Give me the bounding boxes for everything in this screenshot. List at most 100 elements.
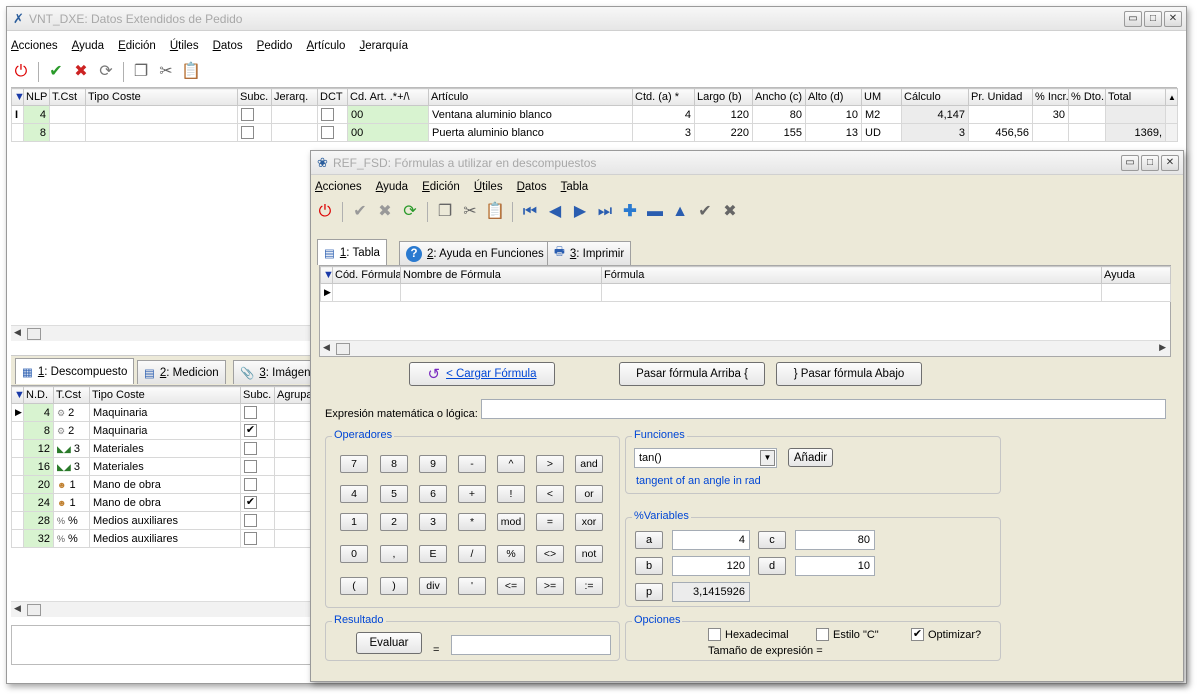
- menu-acciones[interactable]: Acciones: [11, 37, 58, 55]
- main-grid-hscroll[interactable]: ◀: [11, 325, 311, 341]
- cut-icon[interactable]: ✂: [459, 201, 481, 223]
- tab-ayuda-funciones[interactable]: ? 2: Ayuda en Funciones: [399, 241, 551, 265]
- menu-edicion[interactable]: Edición: [422, 178, 460, 196]
- table-row[interactable]: 16 ◣◢ 3 Materiales: [11, 457, 312, 476]
- operator-key[interactable]: 2: [380, 513, 408, 531]
- cell-nd[interactable]: 32: [23, 529, 54, 548]
- cell-nd[interactable]: 24: [23, 493, 54, 512]
- subc-checkbox[interactable]: ✔: [244, 496, 257, 509]
- subc-checkbox[interactable]: [241, 108, 254, 121]
- chevron-down-icon[interactable]: ▼: [760, 450, 775, 466]
- subc-checkbox[interactable]: [244, 406, 257, 419]
- operator-key[interactable]: >: [536, 455, 564, 473]
- table-row[interactable]: 8 00 Puerta aluminio blanco 3 220 155 13…: [11, 123, 1178, 142]
- operator-key[interactable]: *: [458, 513, 486, 531]
- col-tcst[interactable]: T.Cst: [49, 88, 86, 106]
- cell-um[interactable]: M2: [861, 105, 902, 124]
- col-jerarq[interactable]: Jerarq.: [271, 88, 318, 106]
- menu-utiles[interactable]: Útiles: [474, 178, 503, 196]
- table-row[interactable]: 12 ◣◢ 3 Materiales: [11, 439, 312, 458]
- table-row[interactable]: ▶: [320, 283, 1171, 302]
- power-icon[interactable]: ⏻: [10, 61, 32, 83]
- col-subc[interactable]: Subc.: [240, 386, 275, 404]
- estilo-c-option[interactable]: Estilo "C": [816, 628, 879, 641]
- operator-key[interactable]: or: [575, 485, 603, 503]
- cell-tipo-coste[interactable]: Maquinaria: [89, 421, 241, 440]
- cell-nlp[interactable]: 4: [23, 105, 50, 124]
- col-pr-unidad[interactable]: Pr. Unidad: [968, 88, 1033, 106]
- operator-key[interactable]: <>: [536, 545, 564, 563]
- tab-imprimir[interactable]: 🖶 3: Imprimir: [547, 241, 632, 265]
- edit-record-icon[interactable]: ▲: [669, 201, 691, 223]
- table-row[interactable]: 24 ☻ 1 Mano de obra ✔: [11, 493, 312, 512]
- post-record-icon[interactable]: ✔: [694, 201, 716, 223]
- cell-ancho[interactable]: 155: [752, 123, 806, 142]
- operator-key[interactable]: <: [536, 485, 564, 503]
- power-icon[interactable]: ⏻: [314, 201, 336, 223]
- table-row[interactable]: 8 ⚙ 2 Maquinaria ✔: [11, 421, 312, 440]
- close-button[interactable]: ✕: [1164, 11, 1182, 27]
- table-row[interactable]: 28%% Medios auxiliares: [11, 511, 312, 530]
- operator-key[interactable]: not: [575, 545, 603, 563]
- cell-ancho[interactable]: 80: [752, 105, 806, 124]
- operator-key[interactable]: +: [458, 485, 486, 503]
- dialog-maximize-button[interactable]: □: [1141, 155, 1159, 171]
- var-p-button[interactable]: p: [635, 583, 663, 601]
- operator-key[interactable]: !: [497, 485, 525, 503]
- cancel-icon[interactable]: ✖: [70, 61, 92, 83]
- cell-largo[interactable]: 220: [694, 123, 753, 142]
- col-ctd[interactable]: Ctd. (a) *: [632, 88, 695, 106]
- formula-grid-hscroll[interactable]: ◀ ▶: [320, 340, 1170, 356]
- var-d-field[interactable]: 10: [795, 556, 875, 576]
- col-tipo-coste[interactable]: Tipo Coste: [89, 386, 241, 404]
- col-calculo[interactable]: Cálculo: [901, 88, 969, 106]
- tab-imagen[interactable]: 📎 3: Imágen: [233, 360, 318, 384]
- operator-key[interactable]: =: [536, 513, 564, 531]
- operator-key[interactable]: 0: [340, 545, 368, 563]
- cell-nlp[interactable]: 8: [23, 123, 50, 142]
- operator-key[interactable]: -: [458, 455, 486, 473]
- operator-key[interactable]: ': [458, 577, 486, 595]
- cell-incr[interactable]: [1032, 123, 1069, 142]
- operator-key[interactable]: 9: [419, 455, 447, 473]
- tab-tabla[interactable]: ▤ 1: Tabla: [317, 239, 387, 265]
- operator-key[interactable]: xor: [575, 513, 603, 531]
- pasar-arriba-button[interactable]: Pasar fórmula Arriba {: [619, 362, 765, 386]
- operator-key[interactable]: 4: [340, 485, 368, 503]
- cell-ctd[interactable]: 3: [632, 123, 695, 142]
- optimizar-option[interactable]: ✔ Optimizar?: [911, 628, 981, 641]
- menu-edicion[interactable]: Edición: [118, 37, 156, 55]
- var-a-button[interactable]: a: [635, 531, 663, 549]
- table-row[interactable]: 20 ☻ 1 Mano de obra: [11, 475, 312, 494]
- cell-nd[interactable]: 28: [23, 511, 54, 530]
- menu-ayuda[interactable]: Ayuda: [72, 37, 104, 55]
- cell-total[interactable]: [1105, 105, 1166, 124]
- tab-medicion[interactable]: ▤ 2: Medicion: [137, 360, 226, 384]
- paste-icon[interactable]: 📋: [180, 61, 202, 83]
- var-c-button[interactable]: c: [758, 531, 786, 549]
- scroll-up-arrow[interactable]: ▲: [1165, 88, 1178, 106]
- minimize-button[interactable]: ▭: [1124, 11, 1142, 27]
- col-cd-art[interactable]: Cd. Art. .*+/\: [347, 88, 429, 106]
- operator-key[interactable]: ^: [497, 455, 525, 473]
- cut-icon[interactable]: ✂: [155, 61, 177, 83]
- operator-key[interactable]: (: [340, 577, 368, 595]
- maximize-button[interactable]: □: [1144, 11, 1162, 27]
- function-select[interactable]: tan() ▼: [634, 448, 777, 468]
- menu-pedido[interactable]: Pedido: [257, 37, 293, 55]
- cell-calculo[interactable]: 3: [901, 123, 969, 142]
- delete-record-icon[interactable]: ▬: [644, 201, 666, 223]
- col-dto[interactable]: % Dto.: [1068, 88, 1106, 106]
- col-nombre-formula[interactable]: Nombre de Fórmula: [400, 266, 602, 284]
- col-ayuda[interactable]: Ayuda: [1101, 266, 1171, 284]
- menu-ayuda[interactable]: Ayuda: [376, 178, 408, 196]
- main-titlebar[interactable]: ✗ VNT_DXE: Datos Extendidos de Pedido ▭ …: [7, 7, 1186, 31]
- resultado-field[interactable]: [451, 635, 611, 655]
- cancel-icon[interactable]: ✖: [374, 201, 396, 223]
- hexadecimal-checkbox[interactable]: [708, 628, 721, 641]
- prev-record-icon[interactable]: ◀: [544, 201, 566, 223]
- var-c-field[interactable]: 80: [795, 530, 875, 550]
- subc-checkbox[interactable]: [244, 514, 257, 527]
- cell-tipo-coste[interactable]: Mano de obra: [89, 475, 241, 494]
- menu-datos[interactable]: Datos: [517, 178, 547, 196]
